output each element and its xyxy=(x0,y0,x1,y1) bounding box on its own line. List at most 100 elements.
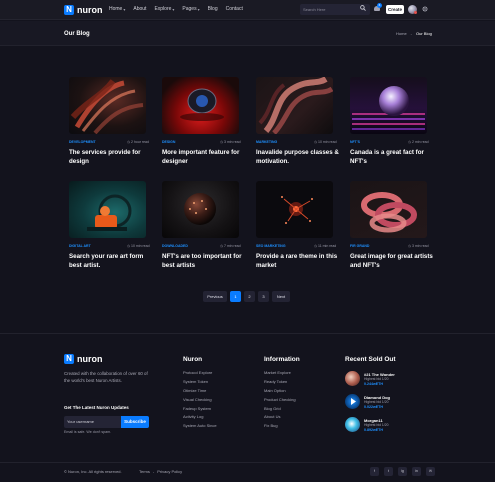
blog-thumbnail[interactable] xyxy=(350,77,427,134)
site-logo[interactable]: N nuron xyxy=(64,5,103,15)
terms-link[interactable]: Terms xyxy=(139,469,150,475)
pagination-page-3[interactable]: 3 xyxy=(258,291,269,302)
post-category[interactable]: DIGITAL ART xyxy=(69,244,91,249)
read-time: ◷ 3 min read xyxy=(220,140,241,145)
nav-blog[interactable]: Blog xyxy=(208,6,218,13)
legal-separator: - xyxy=(152,469,155,474)
sold-thumbnail[interactable] xyxy=(345,371,360,386)
post-category[interactable]: SEO MARKETING xyxy=(256,244,286,249)
nav-home[interactable]: Home ▾ xyxy=(109,6,125,13)
post-title[interactable]: Canada is a great fact for NFT's xyxy=(350,148,434,166)
blog-thumbnail[interactable] xyxy=(162,181,239,238)
read-time: ◷ 11 min read xyxy=(314,244,336,249)
nav-label: Pages xyxy=(182,6,197,12)
social-links: f t ig in ✉ xyxy=(370,467,435,476)
footer-link[interactable]: Blog Grid xyxy=(264,406,296,415)
read-time-text: 11 min read xyxy=(318,244,337,248)
post-title[interactable]: Provide a rare theme in this market xyxy=(256,252,340,270)
blog-card[interactable]: NFT'S ◷ 2 min read Canada is a great fac… xyxy=(350,77,436,172)
footer-link[interactable]: Product Checking xyxy=(264,397,296,406)
mail-icon[interactable]: ✉ xyxy=(426,467,435,476)
footer-logo[interactable]: N nuron xyxy=(64,354,103,364)
post-category[interactable]: DOWNLOADED xyxy=(162,244,188,249)
post-category[interactable]: NFT'S xyxy=(350,140,360,145)
chevron-down-icon: ▾ xyxy=(123,7,126,12)
blog-thumbnail[interactable] xyxy=(350,181,427,238)
blog-card[interactable]: FIR GRAND ◷ 3 min read Great image for g… xyxy=(350,181,436,276)
read-time: ◷ 10 min read xyxy=(314,140,337,145)
post-title[interactable]: Great image for great artists and NFT's xyxy=(350,252,434,270)
sold-price: 0.244wETH xyxy=(364,381,383,386)
nav-label: Contact xyxy=(225,6,243,12)
blog-thumbnail[interactable] xyxy=(69,77,146,134)
blog-card[interactable]: DOWNLOADED ◷ 7 min read NFT's are too im… xyxy=(162,181,248,276)
post-category[interactable]: DEVELOPMENT xyxy=(69,140,96,145)
blog-thumbnail[interactable] xyxy=(256,181,333,238)
footer-link[interactable]: Main Option xyxy=(264,388,296,397)
logo-mark: N xyxy=(64,5,74,15)
pagination-page-1[interactable]: 1 xyxy=(230,291,241,302)
footer-link[interactable]: Visual Checking xyxy=(183,397,217,406)
blog-card[interactable]: SEO MARKETING ◷ 11 min read Provide a ra… xyxy=(256,181,342,276)
footer-link[interactable]: Activity Log xyxy=(183,414,217,423)
blog-card[interactable]: DIGITAL ART ◷ 10 min read Search your ra… xyxy=(69,181,155,276)
read-time-text: 2 hour read xyxy=(131,140,149,144)
post-title[interactable]: Search your rare art form best artist. xyxy=(69,252,153,270)
blog-thumbnail[interactable] xyxy=(256,77,333,134)
footer-link[interactable]: Market Explore xyxy=(264,370,296,379)
footer-link[interactable]: Fadeup System xyxy=(183,406,217,415)
breadcrumb-home[interactable]: Home xyxy=(396,31,407,37)
subscribe-button[interactable]: Subscribe xyxy=(121,416,149,428)
footer-about: Created with the collaboration of over 6… xyxy=(64,371,148,383)
footer-link[interactable]: Otimize Time xyxy=(183,388,217,397)
nav-explore[interactable]: Explore ▾ xyxy=(154,6,174,13)
pagination-previous[interactable]: Previous xyxy=(203,291,227,302)
email-field[interactable]: Your username xyxy=(64,416,122,428)
footer-link[interactable]: About Us xyxy=(264,414,296,423)
privacy-link[interactable]: Privacy Policy xyxy=(157,469,182,475)
sold-thumbnail[interactable] xyxy=(345,417,360,432)
sold-thumbnail[interactable] xyxy=(345,394,360,409)
footer-divider xyxy=(0,333,495,334)
blog-card[interactable]: DEVELOPMENT ◷ 2 hour read The services p… xyxy=(69,77,155,172)
post-title[interactable]: NFT's are too important for best artists xyxy=(162,252,246,270)
pagination-page-2[interactable]: 2 xyxy=(244,291,255,302)
post-title[interactable]: More important feature for designer xyxy=(162,148,246,166)
nav-label: About xyxy=(133,6,147,12)
post-title[interactable]: Inavalide purpose classes & motivation. xyxy=(256,148,340,166)
nav-label: Explore xyxy=(154,6,172,12)
blog-card[interactable]: MARKETING ◷ 10 min read Inavalide purpos… xyxy=(256,77,342,172)
post-title[interactable]: The services provide for design xyxy=(69,148,153,166)
blog-card[interactable]: DESIGN ◷ 3 min read More important featu… xyxy=(162,77,248,172)
read-time: ◷ 2 hour read xyxy=(127,140,149,145)
twitter-icon[interactable]: t xyxy=(384,467,393,476)
footer-link[interactable]: Ready Token xyxy=(264,379,296,388)
create-button[interactable]: Create xyxy=(386,5,404,14)
breadcrumb-current: Our Blog xyxy=(416,31,432,36)
footer-nuron-links: Protocol Explore System Token Otimize Ti… xyxy=(183,370,217,432)
blog-thumbnail[interactable] xyxy=(69,181,146,238)
footer-link[interactable]: System Auto Since xyxy=(183,423,217,432)
bell-icon[interactable]: 6 xyxy=(374,3,382,12)
sold-price: 0.022wETH xyxy=(364,404,383,409)
pagination-next[interactable]: Next xyxy=(272,291,290,302)
linkedin-icon[interactable]: in xyxy=(412,467,421,476)
legal-links: Terms - Privacy Policy xyxy=(139,469,182,475)
post-category[interactable]: MARKETING xyxy=(256,140,277,145)
post-category[interactable]: DESIGN xyxy=(162,140,175,145)
nav-about[interactable]: About xyxy=(133,6,146,13)
facebook-icon[interactable]: f xyxy=(370,467,379,476)
breadcrumb-separator: - xyxy=(410,31,413,36)
nav-contact[interactable]: Contact xyxy=(226,6,243,13)
nav-pages[interactable]: Pages ▾ xyxy=(182,6,199,13)
footer-link[interactable]: Protocol Explore xyxy=(183,370,217,379)
logo-mark: N xyxy=(64,354,74,364)
post-category[interactable]: FIR GRAND xyxy=(350,244,369,249)
footer-link[interactable]: System Token xyxy=(183,379,217,388)
instagram-icon[interactable]: ig xyxy=(398,467,407,476)
footer-link[interactable]: Fix Bug xyxy=(264,423,296,432)
search-icon[interactable] xyxy=(360,5,366,14)
main-nav: Home ▾ About Explore ▾ Pages ▾ Blog Contact xyxy=(109,6,251,13)
gear-icon[interactable] xyxy=(422,6,428,15)
blog-thumbnail[interactable] xyxy=(162,77,239,134)
